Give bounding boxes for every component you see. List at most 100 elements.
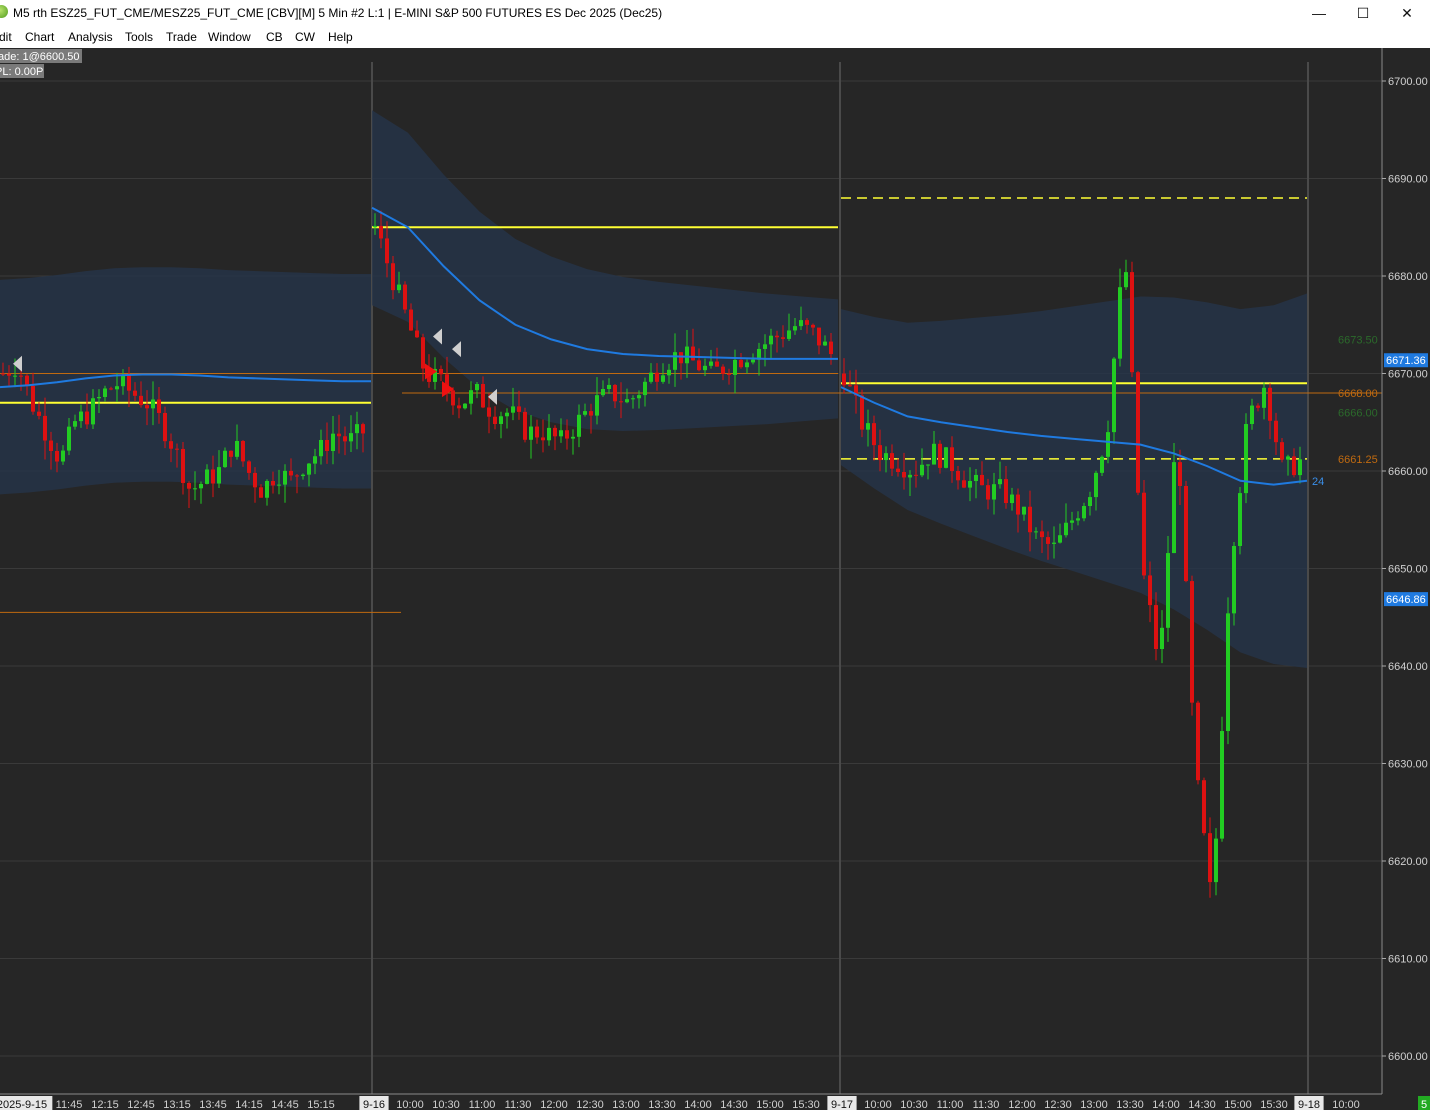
candle-body xyxy=(541,437,545,441)
candle-body xyxy=(37,411,41,416)
candle-body xyxy=(1130,272,1134,373)
time-label: 10:00 xyxy=(1332,1099,1360,1110)
candle-body xyxy=(19,375,23,377)
candle-body xyxy=(223,450,227,468)
candle-body xyxy=(277,484,281,486)
candle-body xyxy=(145,405,149,409)
menu-help[interactable]: Help xyxy=(328,30,353,44)
candle-body xyxy=(319,439,323,457)
time-label: 12:45 xyxy=(127,1099,155,1110)
candle-body xyxy=(379,225,383,239)
candle-body xyxy=(493,416,497,424)
time-label: 14:15 xyxy=(235,1099,263,1110)
time-label: 10:00 xyxy=(864,1099,892,1110)
candle-body xyxy=(1286,456,1290,460)
candle-body xyxy=(745,362,749,368)
candle-body xyxy=(619,401,623,403)
candle-body xyxy=(848,385,852,387)
candle-body xyxy=(679,352,683,364)
time-label: 13:30 xyxy=(1116,1099,1144,1110)
maximize-button[interactable]: ☐ xyxy=(1340,0,1386,26)
candle-body xyxy=(793,326,797,331)
time-label: 13:30 xyxy=(648,1099,676,1110)
candle-body xyxy=(49,440,53,451)
candle-body xyxy=(7,373,11,376)
candle-body xyxy=(1088,497,1092,507)
candle-body xyxy=(842,373,846,386)
candle-body xyxy=(1076,518,1080,521)
time-label: 15:00 xyxy=(1224,1099,1252,1110)
candle-body xyxy=(181,448,185,484)
candle-body xyxy=(769,335,773,345)
candle-body xyxy=(595,395,599,416)
candle-body xyxy=(313,456,317,464)
candle-body xyxy=(1220,731,1224,839)
time-label: 14:30 xyxy=(1188,1099,1216,1110)
candle-body xyxy=(601,389,605,396)
candle-body xyxy=(908,474,912,478)
candle-body xyxy=(1028,506,1032,533)
menu-trade[interactable]: Trade xyxy=(166,30,197,44)
candle-body xyxy=(896,468,900,473)
candle-body xyxy=(193,488,197,490)
candle-body xyxy=(553,427,557,437)
candle-body xyxy=(890,453,894,469)
candle-body xyxy=(67,426,71,451)
candle-body xyxy=(703,365,707,371)
candle-body xyxy=(763,344,767,349)
candle-body xyxy=(229,450,233,457)
candle-body xyxy=(265,480,269,498)
candle-body xyxy=(283,470,287,485)
time-label: 15:30 xyxy=(792,1099,820,1110)
candle-body xyxy=(559,430,563,437)
time-label: 13:45 xyxy=(199,1099,227,1110)
menu-cb[interactable]: CB xyxy=(266,30,283,44)
candle-body xyxy=(1,373,5,375)
candle-body xyxy=(403,284,407,310)
menu-tools[interactable]: Tools xyxy=(125,30,153,44)
menu-chart[interactable]: Chart xyxy=(25,30,54,44)
candle-body xyxy=(727,373,731,375)
candle-body xyxy=(667,369,671,376)
time-label: 13:00 xyxy=(1080,1099,1108,1110)
menu-edit[interactable]: dit xyxy=(0,30,12,44)
candle-body xyxy=(1040,531,1044,538)
menu-cw[interactable]: CW xyxy=(295,30,315,44)
candle-body xyxy=(337,433,341,437)
candle-body xyxy=(61,450,65,462)
candle-body xyxy=(968,480,972,488)
price-chart[interactable]: 6700.00 6690.00 6680.00 6670.00 6660.00 6650.… xyxy=(0,48,1430,1110)
candle-body xyxy=(1214,838,1218,883)
candle-body xyxy=(73,421,77,427)
candle-body xyxy=(271,480,275,486)
trade-info-text: ade: 1@6600.50 xyxy=(0,51,80,63)
candle-body xyxy=(655,372,659,382)
candle-body xyxy=(235,441,239,457)
candle-body xyxy=(385,238,389,264)
candle-body xyxy=(1178,462,1182,486)
candle-body xyxy=(799,320,803,327)
time-label: 15:30 xyxy=(1260,1099,1288,1110)
candle-body xyxy=(685,346,689,364)
candle-body xyxy=(121,375,125,387)
candle-body xyxy=(643,381,647,396)
menu-window[interactable]: Window xyxy=(208,30,251,44)
close-button[interactable]: ✕ xyxy=(1384,0,1430,26)
price-tick-label: 6640.00 xyxy=(1388,661,1428,673)
price-tick-label: 6630.00 xyxy=(1388,759,1428,771)
candle-body xyxy=(43,415,47,441)
status-badge: 5 xyxy=(1421,1099,1427,1110)
candle-body xyxy=(781,337,785,339)
time-label: 11:45 xyxy=(56,1099,83,1110)
candle-body xyxy=(1082,506,1086,519)
time-label: 11:30 xyxy=(505,1099,532,1110)
price-axis: 6700.00 6690.00 6680.00 6670.00 6660.00 6650.… xyxy=(1312,48,1430,1094)
candle-body xyxy=(817,327,821,346)
menu-bar: dit Chart Analysis Tools Trade Window CB… xyxy=(0,26,1430,49)
candle-body xyxy=(625,399,629,403)
candle-body xyxy=(823,341,827,346)
minimize-button[interactable]: — xyxy=(1296,0,1342,26)
menu-analysis[interactable]: Analysis xyxy=(68,30,113,44)
candle-body xyxy=(535,426,539,438)
candle-body xyxy=(1034,531,1038,533)
